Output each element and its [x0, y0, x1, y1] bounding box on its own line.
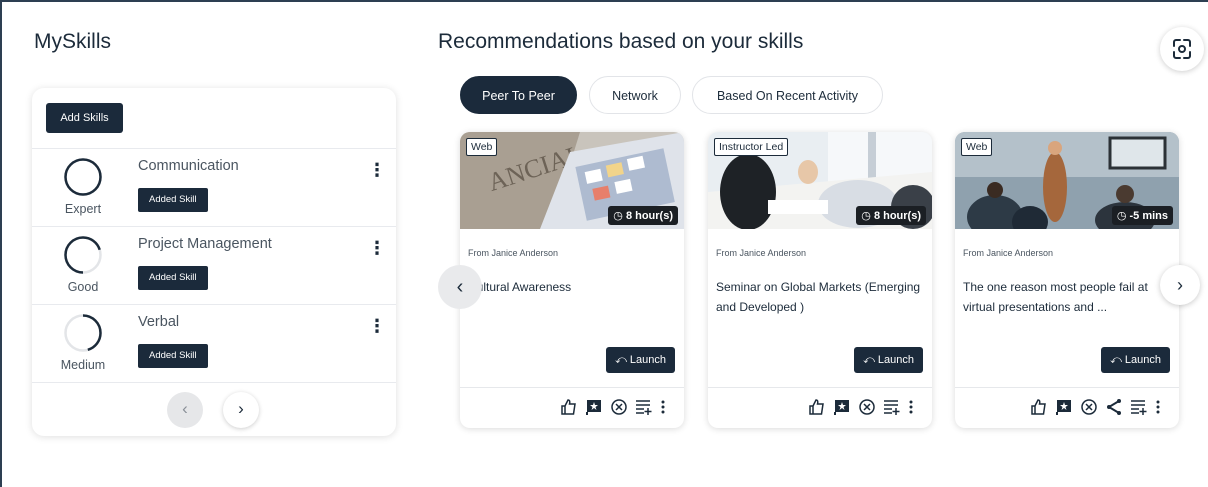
flag-icon[interactable]: [833, 398, 851, 416]
skill-name: Verbal: [138, 314, 180, 330]
card-actions: [955, 387, 1179, 428]
card-actions: [708, 387, 932, 428]
add-to-playlist-icon[interactable]: [635, 398, 653, 416]
skills-next-button[interactable]: ›: [223, 392, 259, 428]
duration-text: -5 mins: [1129, 210, 1168, 222]
skill-row: Expert Communication Added Skill ⋮: [32, 148, 396, 225]
card-author: From Janice Anderson: [468, 248, 559, 258]
course-thumbnail: ANCIAL Web ◷ 8 hour(s): [460, 132, 684, 229]
added-skill-badge: Added Skill: [138, 344, 208, 368]
skill-level: Medium: [60, 358, 106, 372]
like-icon[interactable]: [560, 398, 578, 416]
launch-label: Launch: [877, 354, 914, 366]
scan-icon: [1173, 39, 1191, 59]
divider: [32, 382, 396, 383]
dismiss-icon[interactable]: [858, 398, 876, 416]
carousel-next-button[interactable]: ›: [1160, 265, 1200, 305]
content-type-tag: Web: [961, 138, 993, 156]
skill-name: Project Management: [138, 236, 272, 252]
more-vertical-icon[interactable]: [660, 398, 666, 416]
recommendations-title: Recommendations based on your skills: [438, 30, 804, 53]
skills-prev-button[interactable]: ‹: [167, 392, 203, 428]
carousel-prev-button[interactable]: ‹: [438, 265, 482, 309]
duration-badge: ◷ 8 hour(s): [608, 206, 678, 225]
duration-badge: ◷ -5 mins: [1111, 206, 1173, 225]
added-skill-badge: Added Skill: [138, 266, 208, 290]
add-skills-button[interactable]: Add Skills: [46, 103, 123, 133]
skill-level: Good: [67, 280, 99, 294]
scan-button[interactable]: [1160, 27, 1204, 71]
duration-text: 8 hour(s): [625, 210, 673, 222]
skill-level: Expert: [64, 202, 102, 216]
like-icon[interactable]: [1030, 398, 1048, 416]
more-vertical-icon[interactable]: ⋮: [368, 157, 386, 183]
more-vertical-icon[interactable]: [908, 398, 914, 416]
course-thumbnail: Instructor Led ◷ 8 hour(s): [708, 132, 932, 229]
clock-icon: ◷: [613, 210, 623, 222]
skill-progress-ring: [64, 314, 102, 352]
duration-badge: ◷ 8 hour(s): [856, 206, 926, 225]
tab-peer-to-peer[interactable]: Peer To Peer: [460, 76, 577, 114]
more-vertical-icon[interactable]: [1155, 398, 1161, 416]
more-vertical-icon[interactable]: ⋮: [368, 313, 386, 339]
launch-icon: ⤺: [615, 354, 627, 366]
content-type-tag: Web: [466, 138, 498, 156]
skill-progress-ring: [64, 236, 102, 274]
skill-name: Communication: [138, 158, 239, 174]
launch-button[interactable]: ⤺ Launch: [1101, 347, 1170, 373]
like-icon[interactable]: [808, 398, 826, 416]
flag-icon[interactable]: [585, 398, 603, 416]
launch-label: Launch: [1124, 354, 1161, 366]
course-card[interactable]: ANCIAL Web ◷ 8 hour(s) From Janice Ander…: [460, 132, 684, 428]
clock-icon: ◷: [1116, 210, 1127, 222]
course-title[interactable]: Seminar on Global Markets (Emerging and …: [716, 277, 928, 317]
skills-card: Add Skills Expert Communication Added Sk…: [32, 88, 396, 436]
more-vertical-icon[interactable]: ⋮: [368, 235, 386, 261]
duration-text: 8 hour(s): [873, 210, 921, 222]
course-title[interactable]: Cultural Awareness: [468, 277, 680, 297]
course-card[interactable]: Instructor Led ◷ 8 hour(s) From Janice A…: [708, 132, 932, 428]
dismiss-icon[interactable]: [610, 398, 628, 416]
add-to-playlist-icon[interactable]: [883, 398, 901, 416]
flag-icon[interactable]: [1055, 398, 1073, 416]
skill-row: Good Project Management Added Skill ⋮: [32, 226, 396, 303]
card-author: From Janice Anderson: [716, 248, 807, 258]
launch-icon: ⤺: [1110, 354, 1122, 366]
course-title[interactable]: The one reason most people fail at virtu…: [963, 277, 1175, 317]
clock-icon: ◷: [861, 210, 871, 222]
myskills-title: MySkills: [34, 30, 111, 53]
launch-button[interactable]: ⤺ Launch: [606, 347, 675, 373]
tab-based-on-recent-activity[interactable]: Based On Recent Activity: [692, 76, 883, 114]
add-to-playlist-icon[interactable]: [1130, 398, 1148, 416]
launch-button[interactable]: ⤺ Launch: [854, 347, 923, 373]
dismiss-icon[interactable]: [1080, 398, 1098, 416]
course-thumbnail: Web ◷ -5 mins: [955, 132, 1179, 229]
share-icon[interactable]: [1105, 398, 1123, 416]
launch-label: Launch: [629, 354, 666, 366]
card-author: From Janice Anderson: [963, 248, 1054, 258]
skill-progress-ring: [64, 158, 102, 196]
skill-row: Medium Verbal Added Skill ⋮: [32, 304, 396, 381]
tab-network[interactable]: Network: [589, 76, 681, 114]
added-skill-badge: Added Skill: [138, 188, 208, 212]
launch-icon: ⤺: [863, 354, 875, 366]
course-card[interactable]: Web ◷ -5 mins From Janice Anderson The o…: [955, 132, 1179, 428]
content-type-tag: Instructor Led: [714, 138, 789, 156]
card-actions: [460, 387, 684, 428]
